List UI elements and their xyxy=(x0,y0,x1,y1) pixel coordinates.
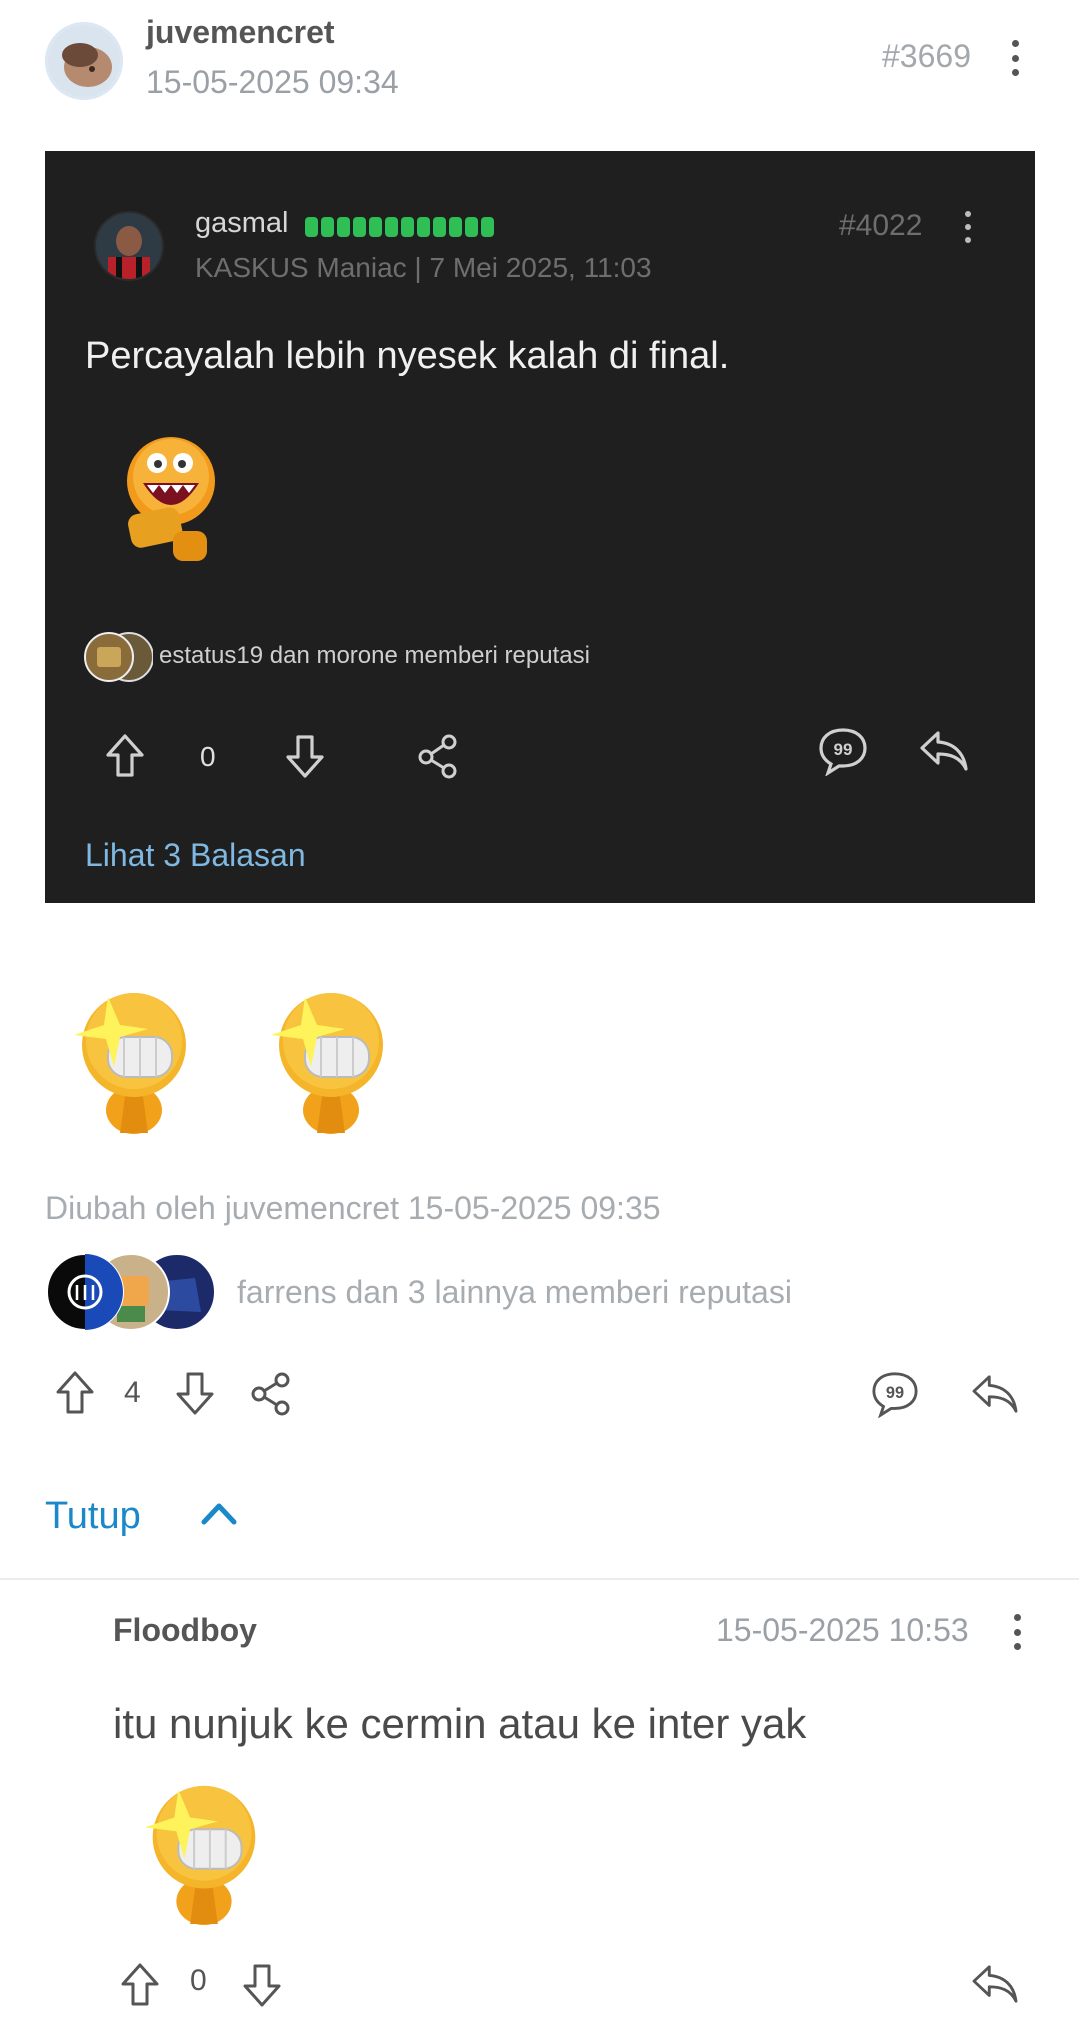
edited-note: Diubah oleh juvemencret 15-05-2025 09:35 xyxy=(45,1190,661,1226)
quoted-reputation-avatars xyxy=(84,632,153,682)
quoted-username: gasmal xyxy=(195,207,289,239)
quoted-post-number: #4022 xyxy=(839,209,923,242)
chevron-up-icon[interactable] xyxy=(200,1500,238,1526)
quoted-downvote-icon xyxy=(286,735,324,778)
op-avatar[interactable] xyxy=(45,22,123,100)
reply-username[interactable]: Floodboy xyxy=(113,1612,257,1649)
quoted-vote-count: 0 xyxy=(200,741,216,772)
shining-grin-emoji-icon xyxy=(271,993,383,1134)
reply-upvote-icon[interactable] xyxy=(120,1962,160,2008)
quoted-screenshot: gasmal KASKUS Maniac | 7 Mei 2025, 11:03… xyxy=(45,151,1035,903)
quoted-more-icon xyxy=(965,211,973,243)
user-avatar-icon xyxy=(48,25,120,97)
downvote-icon[interactable] xyxy=(175,1370,215,1416)
quoted-view-replies: Lihat 3 Balasan xyxy=(85,837,306,873)
laughing-monster-emoji-icon xyxy=(127,437,215,561)
quoted-share-icon xyxy=(418,734,457,779)
reply-icon[interactable] xyxy=(970,1373,1020,1415)
post-timestamp: 15-05-2025 09:34 xyxy=(146,64,399,100)
quoted-reply-icon xyxy=(920,731,968,771)
quoted-upvote-icon xyxy=(106,734,144,777)
reputation-avatars[interactable] xyxy=(45,1252,217,1332)
rank-bar-icon xyxy=(305,217,494,237)
share-icon[interactable] xyxy=(250,1372,292,1416)
quoted-quote-icon: 99 xyxy=(819,728,867,776)
post-username[interactable]: juvemencret xyxy=(146,14,335,51)
reply-text: itu nunjuk ke cermin atau ke inter yak xyxy=(113,1700,807,1747)
collapse-replies-button[interactable]: Tutup xyxy=(45,1495,141,1538)
svg-text:99: 99 xyxy=(834,740,853,759)
quote-icon[interactable]: 99 xyxy=(870,1370,920,1418)
post-more-icon[interactable] xyxy=(1012,40,1020,76)
quoted-avatar xyxy=(94,211,164,281)
reply-downvote-icon[interactable] xyxy=(242,1962,282,2008)
vote-count: 4 xyxy=(124,1376,141,1409)
shining-grin-emoji-icon xyxy=(144,1785,256,1926)
shining-grin-emoji-icon xyxy=(74,993,186,1134)
quoted-reputation-text: estatus19 dan morone memberi reputasi xyxy=(159,642,590,669)
reply-more-icon[interactable] xyxy=(1014,1614,1022,1650)
divider xyxy=(0,1578,1079,1580)
post-number[interactable]: #3669 xyxy=(882,38,971,75)
upvote-icon[interactable] xyxy=(55,1370,95,1416)
reply-reply-icon[interactable] xyxy=(970,1963,1020,2005)
reply-timestamp: 15-05-2025 10:53 xyxy=(716,1612,969,1648)
reputation-text[interactable]: farrens dan 3 lainnya memberi reputasi xyxy=(237,1274,792,1311)
reply-vote-count: 0 xyxy=(190,1964,207,1997)
quoted-text: Percayalah lebih nyesek kalah di final. xyxy=(85,335,730,377)
quoted-meta: KASKUS Maniac | 7 Mei 2025, 11:03 xyxy=(195,252,652,283)
svg-text:99: 99 xyxy=(886,1384,904,1402)
